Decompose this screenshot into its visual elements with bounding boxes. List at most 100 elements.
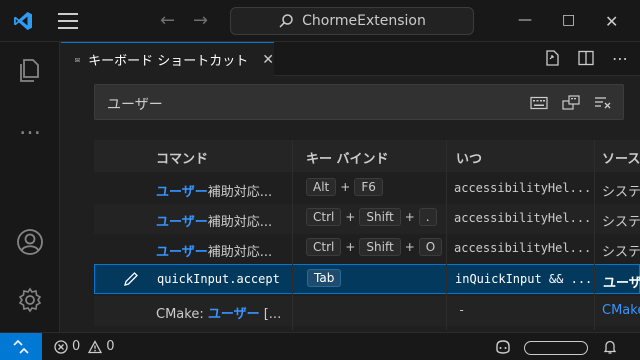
keybindings-search-input[interactable]: ユーザー: [94, 84, 624, 120]
key-cap: Shift: [359, 208, 401, 226]
table-row-selected[interactable]: quickInput.accept Tab inQuickInput && ..…: [94, 264, 640, 294]
title-bar: ← → ChormeExtension — □ ✕: [0, 0, 640, 42]
key-cap: .: [418, 208, 437, 226]
copilot-icon[interactable]: [494, 339, 512, 355]
more-icon[interactable]: …: [16, 117, 44, 146]
source-cell: システム: [602, 215, 640, 230]
table-row[interactable]: ユーザー補助対応... Ctrl + Shift +. accessibilityHe…: [94, 204, 640, 234]
keybinding-cell: Ctrl + Shift +.: [306, 208, 451, 226]
activity-bar: …: [0, 42, 60, 332]
back-arrow-icon[interactable]: ←: [160, 10, 175, 31]
forward-arrow-icon[interactable]: →: [193, 10, 208, 31]
tab-close-icon[interactable]: ✕: [262, 52, 274, 68]
keybinding-cell: Ctrl + Shift + O: [306, 238, 451, 256]
key-plus: +: [345, 240, 356, 254]
keybinding-cell: Alt + F6: [306, 178, 451, 196]
table-row[interactable]: ユーザー補助対応... Alt + F6 accessibilityHel... シ…: [94, 174, 640, 204]
minimize-icon[interactable]: —: [518, 12, 532, 28]
when-cell: accessibilityHel...: [454, 181, 592, 195]
source-cell: システム: [602, 245, 640, 260]
hamburger-menu-icon[interactable]: [58, 13, 78, 29]
key-cap: O: [418, 238, 443, 256]
source-cell: CMake: [602, 303, 640, 318]
source-cell: ユーザー: [603, 276, 640, 291]
explorer-icon[interactable]: [16, 56, 44, 84]
command-cell: CMake: ユーザー [...: [156, 303, 292, 322]
search-input-value: ユーザー: [107, 97, 163, 113]
command-center-search[interactable]: ChormeExtension: [230, 7, 474, 35]
when-cell: -: [458, 303, 466, 317]
maximize-icon[interactable]: □: [562, 12, 575, 28]
key-cap: Alt: [306, 178, 337, 196]
source-cell: システム: [602, 185, 640, 200]
command-match: ユーザー: [207, 307, 260, 322]
close-icon[interactable]: ✕: [605, 12, 618, 31]
key-cap: Shift: [359, 238, 401, 256]
status-pill[interactable]: [524, 341, 588, 355]
column-divider[interactable]: [292, 140, 293, 330]
search-icon: [279, 14, 293, 28]
warning-icon: [88, 339, 103, 353]
column-divider[interactable]: [594, 140, 595, 330]
command-tail: [...: [259, 307, 282, 322]
key-cap: Ctrl: [306, 238, 342, 256]
vscode-logo-icon: [14, 12, 32, 30]
keybinding-cell: Tab: [307, 269, 452, 287]
command-text: 補助対応...: [207, 185, 273, 200]
key-plus: +: [340, 180, 351, 194]
command-center-text: ChormeExtension: [302, 13, 426, 29]
keyboard-icon: [75, 57, 81, 62]
command-text: 補助対応...: [207, 215, 273, 230]
account-icon[interactable]: [16, 228, 44, 256]
sort-precedence-icon[interactable]: [561, 93, 581, 113]
column-header-keybinding[interactable]: キー バインド: [306, 148, 389, 167]
problems-indicator[interactable]: 0 0: [54, 339, 115, 354]
when-cell: accessibilityHel...: [454, 241, 592, 255]
key-plus: +: [404, 240, 415, 254]
command-cell: ユーザー補助対応...: [156, 211, 292, 230]
tab-label: キーボード ショートカット: [88, 54, 249, 69]
command-cell: ユーザー補助対応...: [156, 241, 292, 260]
when-cell: inQuickInput && ...: [455, 272, 593, 286]
remote-icon: [13, 339, 29, 354]
more-actions-icon[interactable]: ⋯: [610, 48, 630, 68]
table-row[interactable]: ユーザー補助対応... Ctrl + Shift + O accessibilityHe…: [94, 234, 640, 264]
column-header-when[interactable]: いつ: [456, 148, 482, 167]
table-header: コマンド キー バインド いつ ソース: [94, 140, 640, 172]
when-cell: accessibilityHel...: [454, 211, 592, 225]
split-editor-icon[interactable]: [576, 48, 596, 68]
command-prefix: CMake:: [156, 307, 208, 322]
edit-pencil-icon[interactable]: [123, 271, 139, 287]
column-header-command[interactable]: コマンド: [156, 148, 208, 167]
keybindings-table: コマンド キー バインド いつ ソース ユーザー補助対応... Alt + F6 a…: [94, 140, 640, 330]
command-text: 補助対応...: [207, 245, 273, 260]
command-match: ユーザー: [156, 245, 208, 260]
error-count: 0: [72, 339, 81, 354]
key-cap: Ctrl: [306, 208, 342, 226]
command-match: ユーザー: [156, 215, 208, 230]
key-cap: Tab: [307, 269, 342, 287]
error-icon: [54, 339, 68, 354]
clear-filter-icon[interactable]: [593, 93, 613, 113]
remote-indicator[interactable]: [0, 333, 42, 360]
command-match: ユーザー: [156, 185, 208, 200]
editor-actions: ⋯: [542, 48, 630, 68]
status-bar: 0 0: [0, 332, 640, 360]
key-plus: +: [404, 210, 415, 224]
table-row[interactable]: CMake: ユーザー [... - CMake: [94, 296, 640, 326]
command-cell: quickInput.accept: [157, 272, 293, 286]
column-header-source[interactable]: ソース: [602, 148, 640, 167]
settings-gear-icon[interactable]: [16, 286, 44, 314]
key-cap: F6: [354, 178, 383, 196]
tab-keyboard-shortcuts[interactable]: キーボード ショートカット ✕: [61, 42, 274, 76]
editor-tab-strip: キーボード ショートカット ✕ ⋯: [61, 42, 640, 76]
warning-count: 0: [106, 339, 115, 354]
command-text: quickInput.accept: [157, 272, 280, 286]
open-json-icon[interactable]: [542, 48, 562, 68]
column-divider[interactable]: [446, 140, 447, 330]
command-cell: ユーザー補助対応...: [156, 181, 292, 200]
key-plus: +: [345, 210, 356, 224]
search-tools: [529, 93, 613, 113]
record-keys-icon[interactable]: [529, 93, 549, 113]
notifications-bell-icon[interactable]: [602, 339, 618, 355]
